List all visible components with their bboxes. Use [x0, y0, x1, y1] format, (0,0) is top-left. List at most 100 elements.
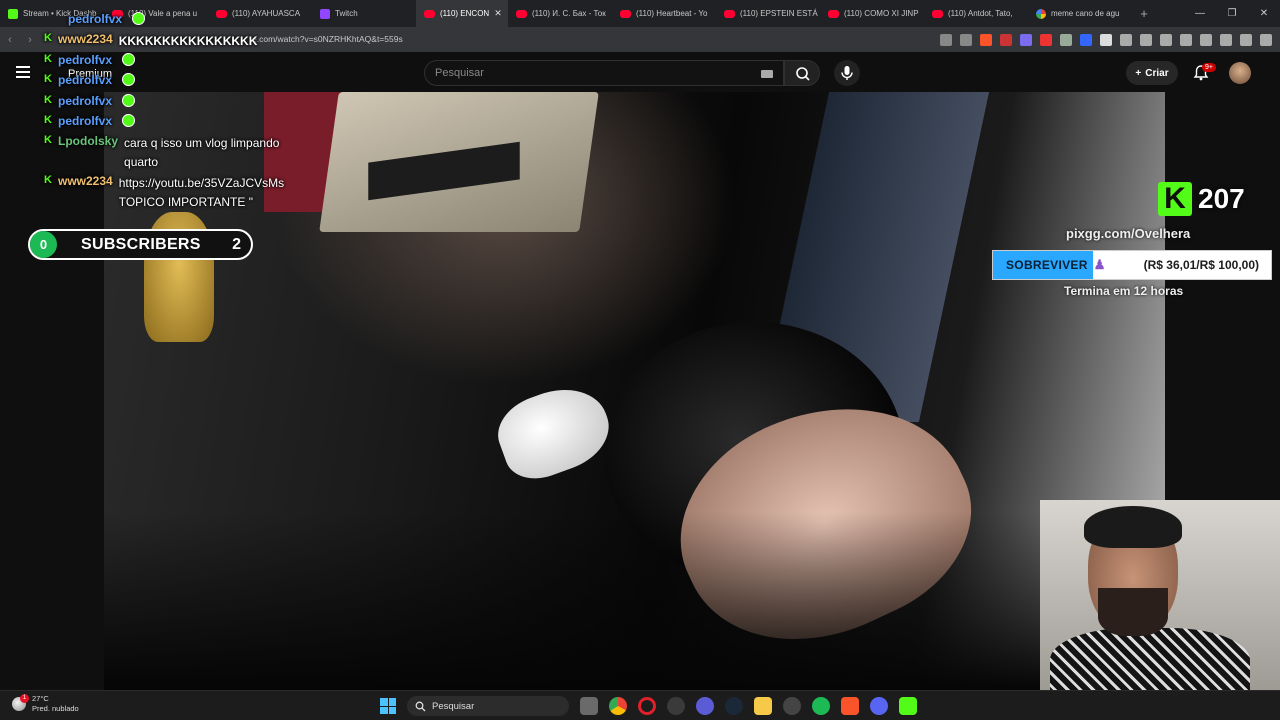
url-field[interactable]: e.com/watch?v=s0NZRHKhtAQ&t=559s [252, 34, 403, 44]
browser-tab[interactable]: (110) Antdot, Tato, [924, 0, 1028, 27]
chat-message: K Lpodolsky cara q isso um vlog limpando… [44, 134, 314, 172]
sidebar-icon[interactable] [1180, 33, 1192, 46]
kick-icon[interactable] [899, 697, 917, 715]
chat-text: https://youtu.be/35VZaJCVsMs TOPICO IMPO… [118, 176, 285, 209]
back-arrow-icon[interactable]: ‹ [0, 34, 20, 46]
subscribers-goal-bar: 0 SUBSCRIBERS 2 [28, 229, 253, 260]
chat-username: pedrolfvx [58, 114, 113, 128]
tab-label: (110) ENCON [440, 9, 490, 18]
taskbar-search-label: Pesquisar [432, 700, 475, 712]
create-button[interactable]: + Criar [1126, 61, 1178, 85]
weather-text: 27°C Pred. nublado [32, 694, 79, 714]
restore-button[interactable]: ❐ [1216, 8, 1248, 19]
task-view-icon[interactable] [580, 697, 598, 715]
browser-tab[interactable]: (110) EPSTEIN ESTÁ [716, 0, 820, 27]
search-input[interactable]: Pesquisar [424, 60, 784, 86]
chat-username: pedrolfvx [68, 12, 123, 26]
browser-tab-strip: Stream • Kick Dashb (110) Vale a pena u … [0, 0, 1280, 27]
wallet-icon[interactable] [1200, 33, 1212, 46]
browser-tab-active[interactable]: (110) ENCON ✕ [416, 0, 508, 27]
hamburger-menu-icon[interactable] [16, 66, 30, 78]
taskbar-search[interactable]: Pesquisar [407, 696, 569, 716]
chat-message: K pedrolfvx [44, 53, 136, 67]
vpn-icon[interactable] [1240, 33, 1252, 46]
kick-badge-icon: K [44, 114, 52, 126]
extension-icon[interactable] [1080, 33, 1092, 46]
weather-widget[interactable]: 1 27°C Pred. nublado [12, 694, 79, 714]
steam-icon[interactable] [725, 697, 743, 715]
browser-tab[interactable]: meme cano de agu [1028, 0, 1132, 27]
brave-rewards-icon[interactable] [1000, 33, 1012, 46]
tab-label: (110) Antdot, Tato, [948, 9, 1013, 18]
puzzle-icon[interactable] [1120, 33, 1132, 46]
donation-url: pixgg.com/Ovelhera [1066, 226, 1191, 241]
search-icon [415, 701, 426, 711]
spotify-icon[interactable] [812, 697, 830, 715]
brave-icon[interactable] [841, 697, 859, 715]
tab-label: (110) EPSTEIN ESTÁ [740, 9, 818, 18]
screen-cast-icon[interactable] [940, 33, 952, 46]
brave-shield-icon[interactable] [980, 33, 992, 46]
kick-badge-icon: K [44, 94, 52, 106]
app-icon[interactable] [783, 697, 801, 715]
minimize-button[interactable]: — [1184, 8, 1216, 19]
share-icon[interactable] [960, 33, 972, 46]
chrome-icon[interactable] [609, 697, 627, 715]
extension-icon[interactable] [1100, 33, 1112, 46]
close-tab-icon[interactable]: ✕ [494, 8, 502, 19]
file-explorer-icon[interactable] [754, 697, 772, 715]
donation-goal-bar: SOBREVIVER ♟ (R$ 36,01/R$ 100,00) [992, 250, 1272, 280]
windows-start-icon[interactable] [380, 698, 396, 714]
app-icon[interactable] [696, 697, 714, 715]
obs-icon[interactable] [667, 697, 685, 715]
close-window-button[interactable]: ✕ [1248, 8, 1280, 19]
opera-icon[interactable] [638, 697, 656, 715]
leo-icon[interactable] [1220, 33, 1232, 46]
chat-message: K pedrolfvx [44, 94, 136, 108]
kick-badge-icon: K [44, 174, 52, 186]
screenshot-icon[interactable] [1140, 33, 1152, 46]
chat-username: www2234 [58, 32, 113, 46]
emote-icon [122, 73, 136, 86]
extension-icon[interactable] [1040, 33, 1052, 46]
youtube-icon [216, 9, 227, 18]
new-tab-button[interactable]: + [1132, 6, 1156, 21]
subscribers-current: 0 [30, 231, 57, 258]
weather-desc: Pred. nublado [32, 704, 79, 713]
subscribers-label: SUBSCRIBERS [81, 235, 201, 253]
browser-tab[interactable]: (110) AYAHUASCA [208, 0, 312, 27]
weather-temp: 27°C [32, 694, 49, 703]
donation-goal-name: SOBREVIVER [1006, 258, 1088, 272]
browser-tab[interactable]: (110) COMO XI JINP [820, 0, 924, 27]
discord-icon[interactable] [870, 697, 888, 715]
video-scene-controller [488, 375, 620, 489]
chat-message: K pedrolfvx [44, 73, 136, 87]
menu-icon[interactable] [1260, 33, 1272, 46]
chat-username: pedrolfvx [58, 53, 113, 67]
twitch-icon [320, 8, 330, 19]
taskbar-apps: Pesquisar [380, 696, 917, 716]
tab-label: (110) COMO XI JINP [844, 9, 919, 18]
extension-icon[interactable] [1020, 33, 1032, 46]
keyboard-icon[interactable] [761, 70, 773, 78]
emote-icon [122, 114, 136, 127]
browser-tab[interactable]: (110) И. С. Бах - Ток [508, 0, 612, 27]
emote-icon [122, 94, 136, 107]
weather-badge: 1 [20, 694, 29, 703]
forward-arrow-icon[interactable]: › [20, 34, 40, 46]
voice-search-button[interactable] [834, 60, 860, 86]
search-button[interactable] [784, 60, 820, 86]
youtube-icon [724, 9, 735, 18]
media-icon[interactable] [1160, 33, 1172, 46]
youtube-icon [516, 9, 527, 18]
extension-icon[interactable] [1060, 33, 1072, 46]
avatar[interactable] [1229, 62, 1251, 84]
cloud-icon: 1 [12, 694, 29, 711]
search-icon [796, 67, 810, 81]
youtube-icon [932, 9, 943, 18]
emote-icon [122, 53, 136, 66]
webcam-shirt [1050, 628, 1250, 690]
viewer-count-number: 207 [1198, 183, 1245, 214]
browser-tab[interactable]: (110) Heartbeat - Yo [612, 0, 716, 27]
browser-tab[interactable]: Twitch [312, 0, 416, 27]
